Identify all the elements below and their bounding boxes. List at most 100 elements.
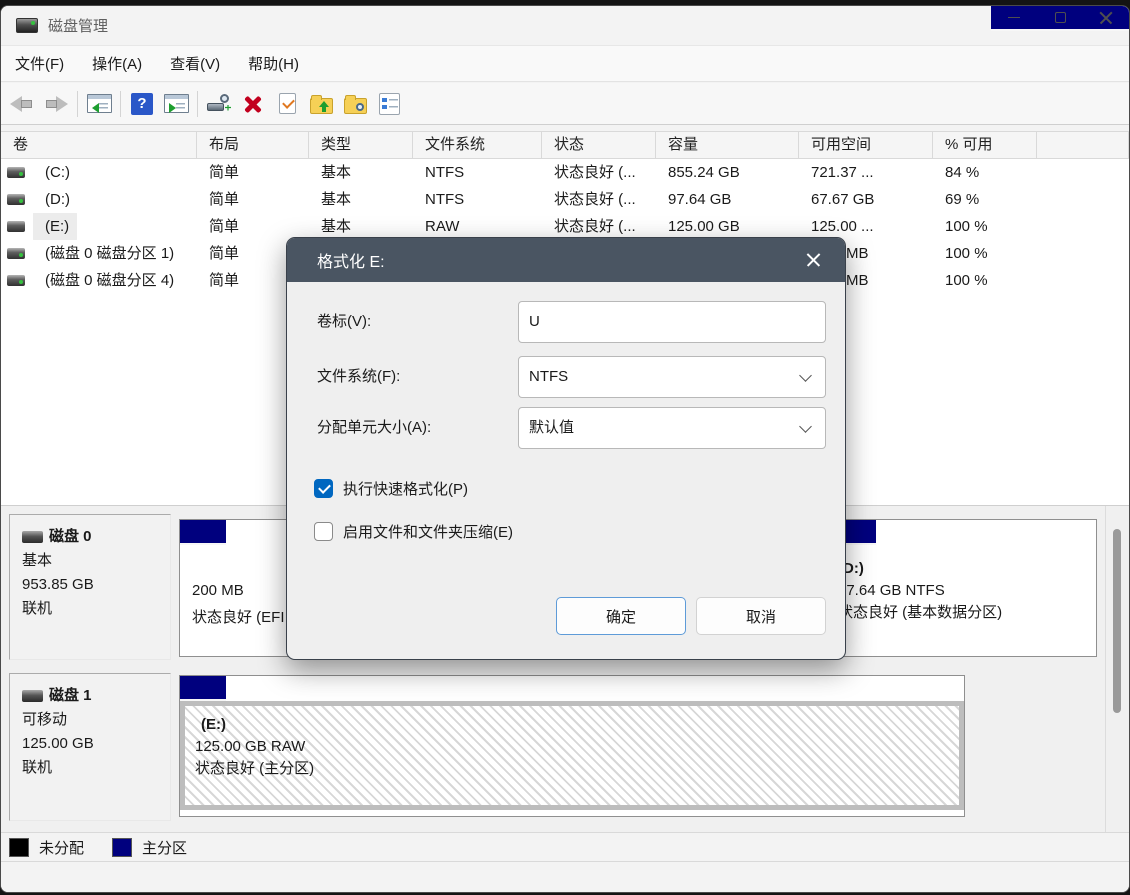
volume-drive-icon <box>7 194 25 205</box>
close-button[interactable] <box>1083 6 1129 31</box>
screen: 磁盘管理 文件(F) 操作(A) 查看(V) 帮助(H) <box>0 0 1130 895</box>
menu-file[interactable]: 文件(F) <box>1 46 78 81</box>
col-filesystem[interactable]: 文件系统 <box>413 132 542 158</box>
help-button[interactable] <box>125 88 159 120</box>
col-free-space[interactable]: 可用空间 <box>799 132 933 158</box>
partition-size: 125.00 GB RAW <box>195 736 959 758</box>
partition-size: 97.64 GB NTFS <box>838 580 1096 602</box>
quick-format-row[interactable]: 执行快速格式化(P) <box>314 478 468 499</box>
disk-size: 125.00 GB <box>22 732 170 756</box>
cell-type: 基本 <box>309 213 413 240</box>
legend-label-unallocated: 未分配 <box>39 837 84 858</box>
delete-icon <box>242 93 264 115</box>
panel-right-toggle-button[interactable] <box>159 88 193 120</box>
col-layout[interactable]: 布局 <box>197 132 309 158</box>
disk-size: 953.85 GB <box>22 573 170 597</box>
vertical-scrollbar[interactable] <box>1105 506 1127 832</box>
volume-drive-icon <box>7 248 25 259</box>
minimize-button[interactable] <box>991 6 1037 31</box>
close-icon <box>806 253 821 268</box>
compression-label: 启用文件和文件夹压缩(E) <box>343 521 513 542</box>
app-disk-icon <box>16 18 38 33</box>
scrollbar-thumb[interactable] <box>1113 529 1121 713</box>
window-title: 磁盘管理 <box>48 15 108 36</box>
quick-format-label: 执行快速格式化(P) <box>343 478 468 499</box>
panel-right-icon <box>164 94 189 113</box>
disk1-partition-e-selected[interactable]: (E:) 125.00 GB RAW 状态良好 (主分区) <box>179 675 965 817</box>
titlebar: 磁盘管理 <box>1 6 1129 45</box>
close-icon <box>1099 11 1113 25</box>
cancel-button[interactable]: 取消 <box>696 597 826 635</box>
cell-pct: 69 % <box>933 186 1037 213</box>
disk-status: 联机 <box>22 756 170 780</box>
selected-partition-hatch: (E:) 125.00 GB RAW 状态良好 (主分区) <box>180 701 964 810</box>
disk-type: 基本 <box>22 549 170 573</box>
allocation-unit-value: 默认值 <box>529 419 574 436</box>
file-system-select[interactable]: NTFS <box>518 356 826 398</box>
disk0-partition-d[interactable]: (D:) 97.64 GB NTFS 状态良好 (基本数据分区) <box>829 519 1097 657</box>
dialog-close-button[interactable] <box>799 246 827 274</box>
status-bar <box>1 861 1129 893</box>
volume-label-label: 卷标(V): <box>317 301 371 343</box>
toolbar-separator <box>120 91 121 117</box>
back-button[interactable] <box>5 88 39 120</box>
table-row-d[interactable]: (D:) 简单 基本 NTFS 状态良好 (... 97.64 GB 67.67… <box>1 186 1129 213</box>
legend-label-primary: 主分区 <box>142 837 187 858</box>
folder-search-icon <box>344 98 367 114</box>
menubar: 文件(F) 操作(A) 查看(V) 帮助(H) <box>1 45 1129 82</box>
volume-name: (D:) <box>33 186 70 213</box>
disk-name: 磁盘 0 <box>49 525 92 549</box>
quick-format-checkbox[interactable] <box>314 479 333 498</box>
check-document-icon <box>279 93 296 114</box>
maximize-button[interactable] <box>1037 6 1083 31</box>
toolbar-separator <box>77 91 78 117</box>
disk0-label[interactable]: 磁盘 0 基本 953.85 GB 联机 <box>9 514 171 660</box>
task-list-button[interactable] <box>372 88 406 120</box>
cell-pct: 100 % <box>933 213 1037 240</box>
disk-icon <box>22 690 43 702</box>
col-volume[interactable]: 卷 <box>1 132 197 158</box>
folder-up-button[interactable] <box>304 88 338 120</box>
menu-action[interactable]: 操作(A) <box>78 46 156 81</box>
forward-button[interactable] <box>39 88 73 120</box>
col-type[interactable]: 类型 <box>309 132 413 158</box>
partition-color-bar <box>180 520 226 545</box>
cell-type: 基本 <box>309 159 413 186</box>
menu-help[interactable]: 帮助(H) <box>234 46 313 81</box>
table-row-e-selected[interactable]: (E:) 简单 基本 RAW 状态良好 (... 125.00 GB 125.0… <box>1 213 1129 240</box>
dialog-title: 格式化 E: <box>317 248 385 272</box>
col-pct-free[interactable]: % 可用 <box>933 132 1037 158</box>
file-system-label: 文件系统(F): <box>317 356 400 398</box>
cell-fs: NTFS <box>413 186 542 213</box>
col-filler <box>1037 132 1129 158</box>
disk-name: 磁盘 1 <box>49 684 92 708</box>
partition-letter: (E:) <box>195 714 959 736</box>
chevron-down-icon <box>799 420 812 433</box>
allocation-unit-select[interactable]: 默认值 <box>518 407 826 449</box>
cell-layout: 简单 <box>197 213 309 240</box>
file-system-value: NTFS <box>529 368 568 385</box>
col-capacity[interactable]: 容量 <box>656 132 799 158</box>
ok-button[interactable]: 确定 <box>556 597 686 635</box>
col-status[interactable]: 状态 <box>542 132 656 158</box>
cell-layout: 简单 <box>197 159 309 186</box>
compression-row[interactable]: 启用文件和文件夹压缩(E) <box>314 521 513 542</box>
disk1-label[interactable]: 磁盘 1 可移动 125.00 GB 联机 <box>9 673 171 821</box>
delete-volume-button[interactable] <box>236 88 270 120</box>
forward-icon <box>44 96 68 112</box>
rescan-disks-button[interactable] <box>202 88 236 120</box>
properties-button[interactable] <box>270 88 304 120</box>
panel-left-icon <box>87 94 112 113</box>
table-row-c[interactable]: (C:) 简单 基本 NTFS 状态良好 (... 855.24 GB 721.… <box>1 159 1129 186</box>
compression-checkbox[interactable] <box>314 522 333 541</box>
volume-drive-icon <box>7 275 25 286</box>
explore-button[interactable] <box>338 88 372 120</box>
volume-label-input[interactable]: U <box>518 301 826 343</box>
cell-status: 状态良好 (... <box>542 186 656 213</box>
legend-swatch-unallocated <box>9 838 29 857</box>
panel-left-toggle-button[interactable] <box>82 88 116 120</box>
cell-pct: 84 % <box>933 159 1037 186</box>
volume-drive-icon <box>7 221 25 232</box>
menu-view[interactable]: 查看(V) <box>156 46 234 81</box>
cell-type: 基本 <box>309 186 413 213</box>
